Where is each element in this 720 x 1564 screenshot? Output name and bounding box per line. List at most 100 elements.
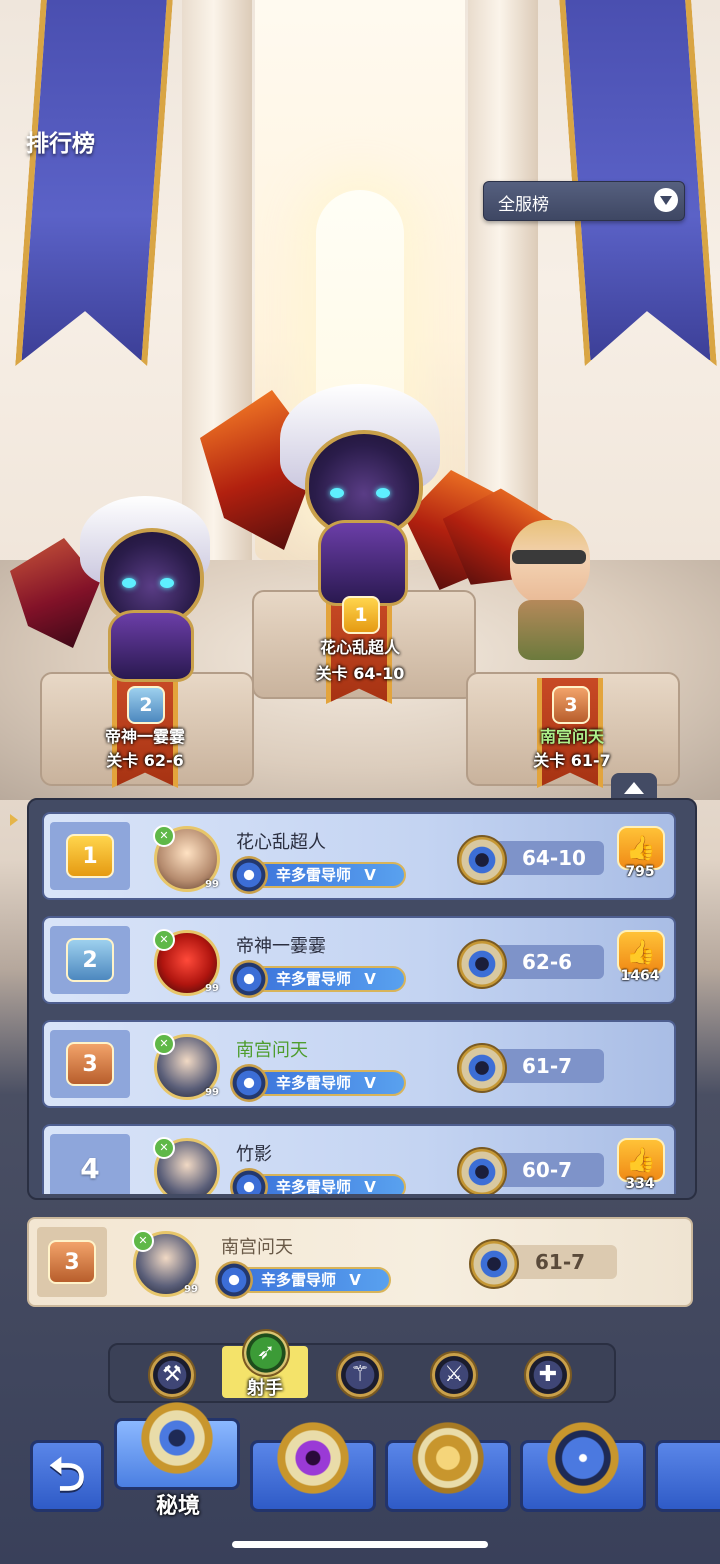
class-badge-icon: ✕ <box>153 929 175 951</box>
guild-emblem-icon <box>230 960 268 998</box>
podium-name-3: 南宫问天 <box>539 727 604 746</box>
like-count: 1464 <box>620 968 660 984</box>
rank-number: 4 <box>80 1151 100 1185</box>
like-button[interactable]: 👍 334 <box>617 1138 665 1192</box>
purple-gem-emblem-icon <box>273 1418 353 1498</box>
ranking-list[interactable]: 1 ✕ 99 花心乱超人 辛多雷导师 V 64-10 👍 795 2 ✕ 99 … <box>42 812 678 1194</box>
stage-emblem-icon <box>457 1147 507 1194</box>
stage-emblem-icon <box>469 1239 519 1289</box>
armor <box>108 610 194 682</box>
home-indicator[interactable] <box>232 1541 488 1548</box>
avatar-level: 99 <box>184 1284 198 1295</box>
hanging-banner <box>15 0 173 366</box>
eye <box>330 488 344 498</box>
avatar[interactable]: ✕ 99 <box>132 1230 199 1297</box>
class-badge-icon: ✕ <box>153 1033 175 1055</box>
rank-cell: 3 <box>37 1227 107 1297</box>
player-name: 南宫问天 <box>221 1237 293 1258</box>
rank-badge: 1 <box>66 834 114 878</box>
rank-badge: 3 <box>66 1042 114 1086</box>
axe-icon[interactable]: ⚒ <box>148 1351 196 1399</box>
avatar[interactable]: ✕ 99 <box>153 825 220 892</box>
player-name: 竹影 <box>236 1144 272 1165</box>
rank-badge: 2 <box>66 938 114 982</box>
avatar[interactable]: ✕ 99 <box>153 1033 220 1100</box>
podium-stage-3: 关卡 61-7 <box>533 751 611 770</box>
guild-rank: V <box>364 970 376 988</box>
guild-tag: 辛多雷导师 V <box>230 1064 406 1102</box>
stage-emblem-icon <box>457 1043 507 1093</box>
guild-tag: 辛多雷导师 V <box>215 1261 391 1299</box>
star-compass-emblem-icon <box>543 1418 623 1498</box>
podium-rank-badge-2: 2 <box>127 686 165 724</box>
ranking-row-2[interactable]: 2 ✕ 99 帝神一霎霎 辛多雷导师 V 62-6 👍 1464 <box>42 916 676 1004</box>
like-button[interactable]: 👍 795 <box>617 826 665 880</box>
guild-emblem-icon <box>230 1064 268 1102</box>
armor <box>518 600 584 660</box>
class-badge-icon: ✕ <box>153 1137 175 1159</box>
rank-cell: 2 <box>50 926 130 994</box>
podium-name-1: 花心乱超人 <box>319 638 400 657</box>
player-name: 花心乱超人 <box>236 832 326 853</box>
server-filter-dropdown[interactable]: 全服榜 <box>483 181 685 221</box>
class-tab-label-archer[interactable]: 射手 <box>222 1374 308 1400</box>
guild-name: 辛多雷导师 <box>261 1271 337 1289</box>
class-badge-icon: ✕ <box>132 1230 154 1252</box>
rank-cell: 3 <box>50 1030 130 1098</box>
like-button[interactable]: 👍 1464 <box>617 930 665 984</box>
armor <box>318 520 408 606</box>
avatar[interactable]: ✕ <box>153 1137 220 1194</box>
rank-cell: 1 <box>50 822 130 890</box>
nav-tab-label: 秘境 <box>155 1494 200 1519</box>
avatar-level: 99 <box>205 983 219 994</box>
eye-emblem-icon <box>137 1398 217 1478</box>
ranking-row-1[interactable]: 1 ✕ 99 花心乱超人 辛多雷导师 V 64-10 👍 795 <box>42 812 676 900</box>
class-badge-icon: ✕ <box>153 825 175 847</box>
eye <box>160 578 174 588</box>
guild-name: 辛多雷导师 <box>276 866 352 884</box>
crown-emblem-icon <box>408 1418 488 1498</box>
guild-tag: 辛多雷导师 V <box>230 960 406 998</box>
podium-stage-2: 关卡 62-6 <box>106 751 184 770</box>
podium-name-2: 帝神一霎霎 <box>104 727 185 746</box>
stage-emblem-icon <box>457 835 507 885</box>
like-count: 334 <box>625 1176 655 1192</box>
back-arrow-icon[interactable]: ⮌ <box>30 1440 104 1512</box>
my-rank-row[interactable]: 3 ✕ 99 南宫问天 辛多雷导师 V 61-7 <box>27 1217 693 1307</box>
staff-icon[interactable]: ⚚ <box>336 1351 384 1399</box>
avatar-level: 99 <box>205 1087 219 1098</box>
podium-rank-badge-3: 3 <box>552 686 590 724</box>
hero-rank-3[interactable] <box>440 470 680 670</box>
rank-cell: 4 <box>50 1134 130 1194</box>
guild-name: 辛多雷导师 <box>276 970 352 988</box>
nav-tab-5[interactable] <box>655 1440 720 1512</box>
player-name: 帝神一霎霎 <box>236 936 326 957</box>
guild-emblem-icon <box>215 1261 253 1299</box>
avatar-level: 99 <box>205 879 219 890</box>
guild-rank: V <box>349 1271 361 1289</box>
chevron-down-icon[interactable] <box>654 188 678 212</box>
server-filter-value: 全服榜 <box>498 195 549 215</box>
guild-tag: 辛多雷导师 V <box>230 1168 406 1194</box>
like-count: 795 <box>625 864 655 880</box>
guild-rank: V <box>364 1074 376 1092</box>
ranking-row-3[interactable]: 3 ✕ 99 南宫问天 辛多雷导师 V 61-7 <box>42 1020 676 1108</box>
guild-emblem-icon <box>230 856 268 894</box>
cross-icon[interactable]: ✚ <box>524 1351 572 1399</box>
guild-tag: 辛多雷导师 V <box>230 856 406 894</box>
hero-rank-2[interactable] <box>10 478 240 682</box>
goggles <box>512 550 586 564</box>
eye <box>376 488 390 498</box>
ranking-row-4[interactable]: 4 ✕ 竹影 辛多雷导师 V 60-7 👍 334 <box>42 1124 676 1194</box>
podium-rank-badge-1: 1 <box>342 596 380 634</box>
sword-icon[interactable]: ⚔ <box>430 1351 478 1399</box>
eye <box>122 578 136 588</box>
player-name: 南宫问天 <box>236 1040 308 1061</box>
guild-name: 辛多雷导师 <box>276 1074 352 1092</box>
podium-stage-1: 关卡 64-10 <box>315 664 405 683</box>
avatar[interactable]: ✕ 99 <box>153 929 220 996</box>
guild-emblem-icon <box>230 1168 268 1194</box>
guild-name: 辛多雷导师 <box>276 1178 352 1194</box>
bow-icon[interactable]: ➶ <box>242 1329 290 1377</box>
page-title: 排行榜 <box>26 131 95 157</box>
